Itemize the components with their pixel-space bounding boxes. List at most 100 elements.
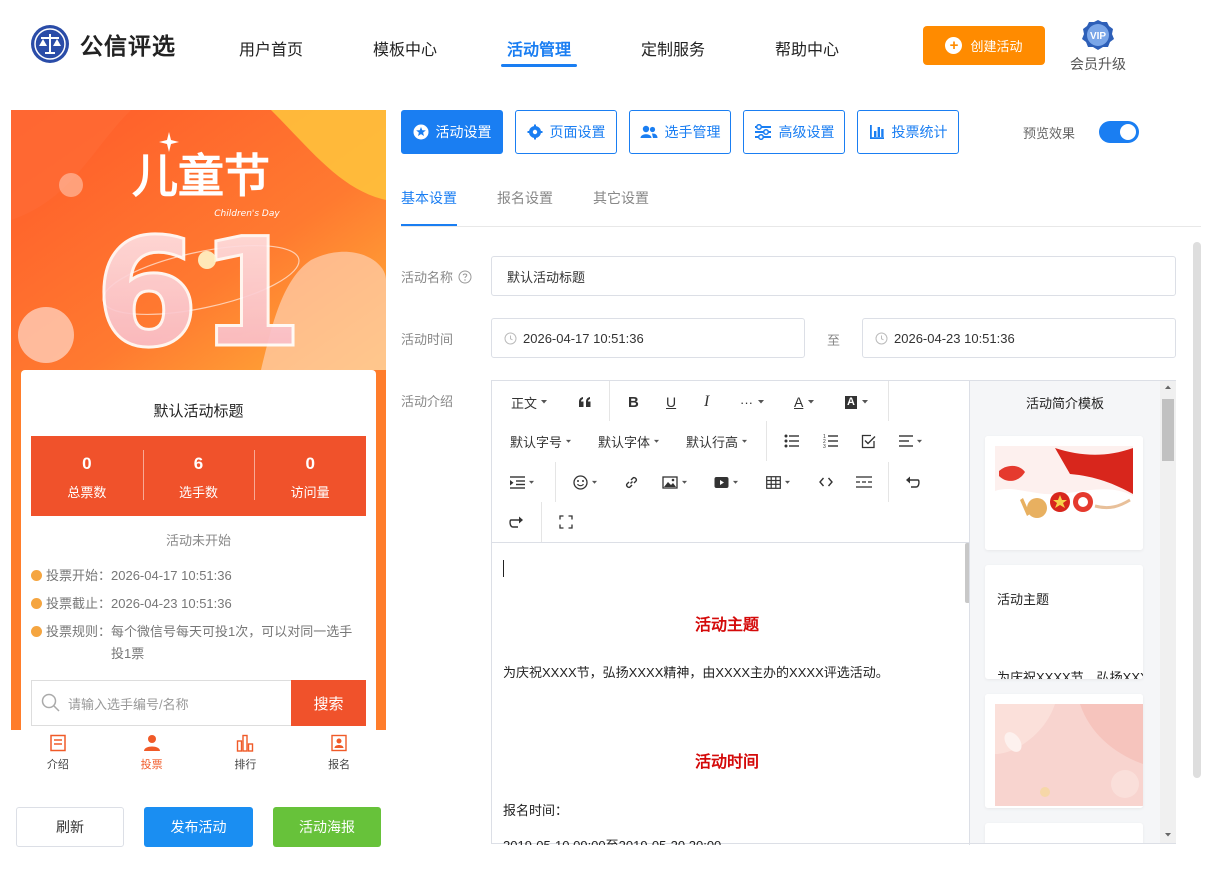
more-dots-icon: ···: [740, 394, 753, 410]
tab-vote-statistics[interactable]: 投票统计: [857, 110, 959, 154]
editor-content[interactable]: 活动主题 为庆祝XXXX节，弘扬XXXX精神，由XXXX主办的XXXX评选活动。…: [492, 543, 970, 845]
help-icon[interactable]: [458, 270, 472, 284]
subtab-signup-settings[interactable]: 报名设置: [497, 188, 553, 208]
user-icon: [143, 735, 160, 751]
banner-number: 61: [95, 207, 304, 370]
activity-name-input[interactable]: 默认活动标题: [491, 256, 1176, 296]
subtab-basic-settings[interactable]: 基本设置: [401, 188, 457, 208]
code-button[interactable]: [819, 472, 833, 492]
checklist-button[interactable]: [861, 431, 876, 451]
template-panel-scrollbar[interactable]: [1160, 381, 1176, 843]
stat-contestants-value: 6: [193, 454, 204, 473]
italic-icon: I: [704, 393, 710, 410]
tab-advanced-settings[interactable]: 高级设置: [743, 110, 845, 154]
bar-chart-icon: [869, 125, 884, 139]
fullscreen-button[interactable]: [559, 512, 573, 532]
font-size-dropdown[interactable]: 默认字号: [510, 431, 572, 451]
refresh-button[interactable]: 刷新: [16, 807, 124, 847]
info-vote-rule: 投票规则： 每个微信号每天可投1次，可以对同一选手投1票: [31, 621, 361, 665]
redo-icon: [509, 516, 523, 528]
quote-button[interactable]: [578, 392, 592, 412]
text-cursor: [503, 560, 504, 577]
tab-page-settings[interactable]: 页面设置: [515, 110, 617, 154]
undo-icon: [906, 476, 920, 488]
nav-custom-service[interactable]: 定制服务: [641, 36, 705, 60]
template-card-next[interactable]: [985, 823, 1143, 843]
tabbar-intro[interactable]: 介绍: [11, 730, 105, 782]
tab-activity-settings[interactable]: 活动设置: [401, 110, 503, 154]
clock-icon: [504, 332, 517, 344]
table-dropdown[interactable]: [766, 472, 791, 492]
caret-down-icon: [529, 480, 534, 484]
tabbar-ranking-label: 排行: [234, 759, 257, 771]
stat-total-votes: 0 总票数: [31, 436, 143, 516]
nav-help-center[interactable]: 帮助中心: [775, 36, 839, 60]
indent-dropdown[interactable]: [510, 472, 535, 492]
template-panel-scrollbar-thumb[interactable]: [1162, 399, 1174, 461]
end-time-value: 2026-04-23 10:51:36: [894, 330, 1015, 346]
numbered-list-button[interactable]: 123: [823, 431, 839, 451]
tab-page-settings-label: 页面设置: [549, 124, 606, 140]
contestant-search-input[interactable]: 请输入选手编号/名称: [31, 680, 291, 726]
start-time-input[interactable]: 2026-04-17 10:51:36: [491, 318, 805, 358]
activity-poster-button[interactable]: 活动海报: [273, 807, 381, 847]
star-circle-icon: [413, 124, 428, 140]
tabbar-vote[interactable]: 投票: [105, 730, 199, 782]
tab-contestant-management[interactable]: 选手管理: [629, 110, 731, 154]
font-color-dropdown[interactable]: A: [794, 392, 815, 412]
background-color-dropdown[interactable]: A: [845, 392, 869, 412]
caret-down-icon: [733, 480, 738, 484]
link-button[interactable]: [624, 472, 639, 492]
end-time-input[interactable]: 2026-04-23 10:51:36: [862, 318, 1176, 358]
caret-down-icon: [758, 400, 764, 404]
tabbar-ranking[interactable]: 排行: [199, 730, 293, 782]
subtab-other-settings[interactable]: 其它设置: [593, 188, 649, 208]
redo-button[interactable]: [509, 512, 524, 532]
create-activity-button[interactable]: + 创建活动: [923, 26, 1045, 65]
link-icon: [625, 476, 638, 488]
nav-templates[interactable]: 模板中心: [373, 36, 437, 60]
emoji-dropdown[interactable]: [573, 472, 598, 492]
more-formats-dropdown[interactable]: ···: [740, 392, 765, 412]
publish-activity-button[interactable]: 发布活动: [144, 807, 253, 847]
caret-down-icon: [742, 439, 748, 443]
video-dropdown[interactable]: [714, 472, 739, 492]
brand-name: 公信评选: [80, 33, 176, 59]
tabbar-signup[interactable]: 报名: [292, 730, 386, 782]
stat-total-votes-label: 总票数: [67, 485, 107, 500]
template-card-party[interactable]: [985, 436, 1143, 550]
search-button[interactable]: 搜索: [291, 680, 366, 726]
clock-icon: [31, 570, 42, 581]
font-family-dropdown[interactable]: 默认字体: [598, 431, 660, 451]
brand-logo[interactable]: 公信评选: [30, 24, 176, 64]
bullet-list-button[interactable]: [784, 431, 800, 451]
banner-title: 儿童节: [132, 149, 270, 203]
preview-toggle-switch[interactable]: [1099, 121, 1139, 143]
divider-button[interactable]: [856, 472, 872, 492]
nav-home[interactable]: 用户首页: [239, 36, 303, 60]
template-card-title: 活动主题: [997, 592, 1050, 607]
vip-upgrade[interactable]: VIP 会员升级: [1070, 18, 1126, 74]
video-icon: [714, 476, 729, 488]
vip-label: 会员升级: [1070, 56, 1126, 72]
bold-button[interactable]: B: [628, 392, 639, 412]
image-dropdown[interactable]: [662, 472, 688, 492]
nav-activity-management[interactable]: 活动管理: [507, 36, 571, 60]
paragraph-format-dropdown[interactable]: 正文: [511, 392, 548, 412]
align-dropdown[interactable]: [899, 431, 923, 451]
undo-button[interactable]: [905, 472, 920, 492]
template-card-text[interactable]: 活动主题 为庆祝XXXX节，弘扬XXXX精神: [985, 565, 1143, 679]
tabbar-signup-label: 报名: [328, 759, 351, 771]
create-activity-label: 创建活动: [970, 39, 1023, 54]
template-card-pink[interactable]: [985, 694, 1143, 808]
info-vote-end: 投票截止： 2026-04-23 10:51:36: [31, 593, 232, 615]
users-icon: [640, 125, 657, 138]
scroll-down-arrow-icon: [1165, 833, 1171, 837]
gear-icon: [527, 124, 542, 140]
italic-button[interactable]: I: [704, 392, 709, 412]
stat-visits-value: 0: [305, 454, 315, 473]
activity-status: 活动未开始: [165, 533, 231, 548]
line-height-dropdown[interactable]: 默认行高: [686, 431, 748, 451]
settings-scrollbar[interactable]: [1193, 242, 1201, 778]
underline-button[interactable]: U: [666, 392, 676, 412]
